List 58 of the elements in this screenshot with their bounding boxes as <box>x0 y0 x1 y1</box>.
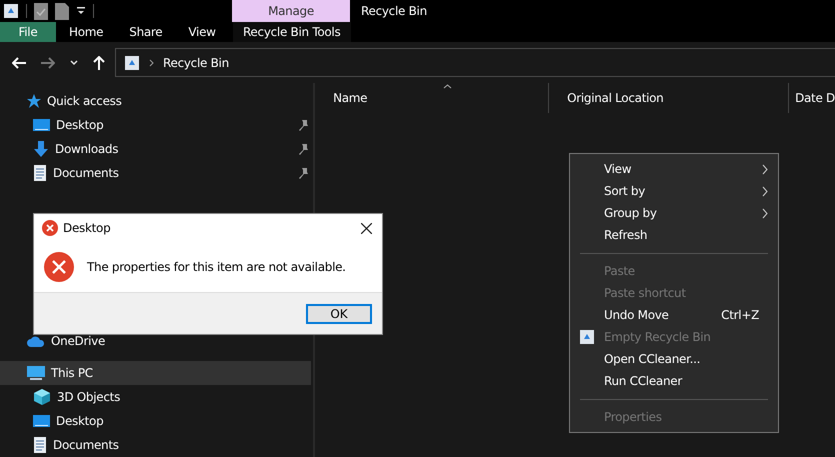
chevron-right-icon <box>762 186 768 196</box>
breadcrumb-chevron-icon <box>149 58 154 67</box>
monitor-icon <box>33 118 50 132</box>
sidebar-item[interactable]: Desktop <box>0 409 314 433</box>
sidebar-item[interactable]: OneDrive <box>0 329 314 353</box>
ribbon-tab[interactable]: View <box>175 22 229 42</box>
dropdown-icon[interactable] <box>76 6 86 16</box>
pin-icon <box>298 120 308 130</box>
column-header[interactable]: Date D <box>789 83 835 113</box>
page-icon[interactable] <box>55 2 69 20</box>
document-icon <box>33 437 47 453</box>
sidebar-item[interactable]: Desktop <box>0 113 314 137</box>
ok-button[interactable]: OK <box>306 304 372 324</box>
cloud-icon <box>27 336 45 346</box>
sort-up-icon <box>443 84 452 89</box>
sidebar-item[interactable]: This PC <box>0 361 312 385</box>
ribbon-tab[interactable]: File <box>0 22 56 42</box>
menu-item[interactable]: Undo Move Ctrl+Z <box>570 304 778 326</box>
close-icon[interactable] <box>361 222 372 234</box>
ribbon-tab[interactable]: Home <box>56 22 116 42</box>
menu-item[interactable]: View <box>570 158 778 180</box>
ribbon-tab[interactable]: Share <box>116 22 176 42</box>
sidebar-item[interactable]: Documents <box>0 161 314 185</box>
sidebar-item[interactable]: Documents <box>0 433 314 457</box>
chevron-right-icon <box>762 208 768 218</box>
column-header[interactable]: Original Location <box>549 83 790 113</box>
chevron-right-icon <box>762 164 768 174</box>
menu-item[interactable]: Sort by <box>570 180 778 202</box>
pin-icon <box>298 144 308 154</box>
sidebar-item[interactable]: Quick access <box>0 89 314 113</box>
back-arrow-icon[interactable] <box>12 56 26 69</box>
monitor-icon <box>33 414 50 428</box>
contextual-tab-group-label: Manage <box>232 0 350 22</box>
menu-item[interactable]: Open CCleaner... <box>570 348 778 370</box>
sidebar-item[interactable]: 3D Objects <box>0 385 314 409</box>
chevron-down-icon[interactable] <box>70 60 78 66</box>
shortcut-text: Ctrl+Z <box>721 308 759 322</box>
cube-icon <box>33 388 51 406</box>
pin-icon <box>298 168 308 178</box>
menu-item[interactable]: Run CCleaner <box>570 370 778 392</box>
ribbon-tab[interactable]: Recycle Bin Tools <box>232 22 351 42</box>
window-title: Recycle Bin <box>361 4 427 18</box>
sidebar-item[interactable]: Downloads <box>0 137 314 161</box>
menu-item[interactable]: Refresh <box>570 224 778 246</box>
address-text: Recycle Bin <box>163 56 229 70</box>
download-arrow-icon <box>33 141 49 157</box>
document-icon <box>33 165 47 181</box>
menu-item[interactable]: Group by <box>570 202 778 224</box>
computer-icon <box>27 366 45 380</box>
star-icon <box>27 94 41 108</box>
column-header[interactable]: Name <box>315 83 550 113</box>
error-icon <box>44 252 74 282</box>
address-bar[interactable]: Recycle Bin <box>115 48 835 78</box>
error-icon <box>42 220 58 236</box>
dialog-title: Desktop <box>63 221 112 235</box>
dialog-message: The properties for this item are not available. <box>87 260 346 274</box>
checkmark-page-icon[interactable] <box>34 2 48 20</box>
up-arrow-icon[interactable] <box>93 56 105 70</box>
